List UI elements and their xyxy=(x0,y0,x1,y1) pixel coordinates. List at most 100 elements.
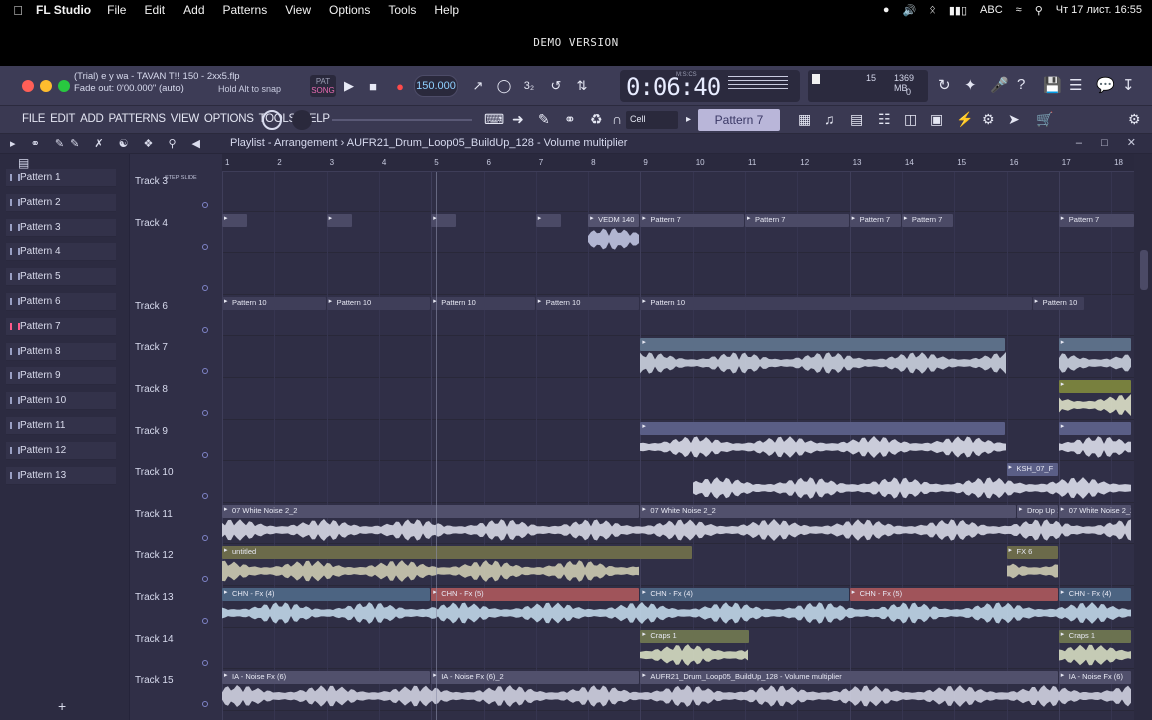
save-icon[interactable]: 💾 xyxy=(1043,76,1062,94)
fl-menu-options[interactable]: OPTIONS xyxy=(204,113,254,125)
mixer-tools-icon[interactable]: ✦ xyxy=(964,76,977,94)
track-name[interactable]: Track 14 xyxy=(135,634,174,645)
playlist-clip[interactable]: CHN - Fx (4) xyxy=(640,588,849,601)
plug-icon[interactable]: ⚡ xyxy=(956,111,973,128)
channel-rack-icon[interactable]: ▤ xyxy=(850,111,863,128)
loop-record-icon[interactable]: ⇅ xyxy=(572,75,592,97)
master-pitch-knob[interactable] xyxy=(292,110,312,130)
track-mute-led[interactable] xyxy=(202,701,208,708)
ruler-bar-number[interactable]: 11 xyxy=(748,158,756,167)
ruler-bar-number[interactable]: 14 xyxy=(905,158,914,167)
plugin-picker-icon[interactable]: ▣ xyxy=(930,111,943,128)
playlist-clip[interactable]: Craps 1 xyxy=(640,629,750,643)
zoom-window-button[interactable] xyxy=(58,80,70,92)
playlist-clip[interactable]: IA - Noise Fx (6) xyxy=(1058,671,1132,685)
track-name[interactable]: Track 8 xyxy=(135,384,168,395)
track-mute-led[interactable] xyxy=(202,243,208,250)
playlist-clip[interactable]: Pattern 10 xyxy=(1032,296,1084,310)
blend-notes-icon[interactable]: ↺ xyxy=(546,75,566,97)
playlist-clip[interactable] xyxy=(640,338,1006,352)
app-name[interactable]: FL Studio xyxy=(36,3,91,17)
playlist-tool-icons[interactable]: ▸ ⚭ ✎✎ ✗ ☯ ❖ ⚲ ◀ xyxy=(10,137,206,150)
chat-icon[interactable]: 💬 xyxy=(1096,76,1115,94)
track-mute-led[interactable] xyxy=(202,576,208,583)
spotlight-search-icon[interactable]: ⚲ xyxy=(1035,4,1043,17)
link-icon[interactable]: ⚭ xyxy=(564,111,576,128)
pencil-tool-icon[interactable]: ✎ xyxy=(538,111,550,128)
download-icon[interactable]: ↧ xyxy=(1122,76,1135,94)
ruler-bar-number[interactable]: 8 xyxy=(591,158,595,167)
pattern-item[interactable]: Pattern 9 xyxy=(6,367,116,386)
record-button[interactable]: ● xyxy=(390,75,410,97)
playlist-clip[interactable]: CHN - Fx (5) xyxy=(849,588,1058,601)
fl-menu-add[interactable]: ADD xyxy=(80,113,104,125)
mixer-icon[interactable]: ☷ xyxy=(878,111,891,128)
song-pattern-toggle[interactable]: PAT SONG xyxy=(310,75,336,97)
mac-menu-options[interactable]: Options xyxy=(329,3,370,17)
track-name[interactable]: Track 4 xyxy=(135,218,168,229)
wifi-icon[interactable]: ≈ xyxy=(1016,4,1022,16)
playlist-arrangement[interactable]: 123456789101112131415161718 VEDM 140Patt… xyxy=(222,154,1134,720)
minimize-window-button[interactable] xyxy=(40,80,52,92)
track-name[interactable]: Track 3 xyxy=(135,176,168,187)
playlist-clip[interactable]: 07 White Noise 2_2 xyxy=(222,504,640,518)
pattern-item[interactable]: Pattern 7 xyxy=(6,317,116,336)
playlist-clip[interactable]: KSH_07_F xyxy=(1006,463,1058,477)
help-icon[interactable]: ? xyxy=(1017,76,1025,93)
vertical-scrollbar[interactable] xyxy=(1134,154,1152,720)
track-mute-led[interactable] xyxy=(202,534,208,541)
playlist-clip[interactable]: Craps 1 xyxy=(1058,629,1132,643)
playlist-clip[interactable]: Pattern 7 xyxy=(640,213,744,227)
playlist-clip[interactable]: Pattern 10 xyxy=(222,296,326,310)
breadcrumb[interactable]: Playlist - Arrangement › AUFR21_Drum_Loo… xyxy=(230,137,627,149)
playlist-clip[interactable]: Pattern 7 xyxy=(745,213,849,227)
mac-menu-patterns[interactable]: Patterns xyxy=(223,3,268,17)
playlist-clip[interactable] xyxy=(640,421,1006,435)
playlist-clip[interactable]: IA - Noise Fx (6) xyxy=(222,671,431,685)
track-name[interactable]: Track 11 xyxy=(135,509,173,520)
track-name[interactable]: Track 9 xyxy=(135,426,168,437)
playlist-window-controls[interactable]: – □ ✕ xyxy=(1076,136,1144,149)
playlist-icon[interactable]: ▦ xyxy=(798,111,811,128)
playlist-clip[interactable]: untitled xyxy=(222,546,692,560)
track-name[interactable]: Track 13 xyxy=(135,592,174,603)
browser-icon[interactable]: ◫ xyxy=(904,111,917,128)
microphone-icon[interactable]: 🎤 xyxy=(990,76,1009,94)
track-mute-led[interactable] xyxy=(202,618,208,624)
pattern-item[interactable]: Pattern 12 xyxy=(6,441,116,460)
stop-button[interactable]: ■ xyxy=(364,75,382,97)
master-volume-knob[interactable] xyxy=(262,110,282,130)
clock[interactable]: Чт 17 лист. 16:55 xyxy=(1056,4,1142,16)
ruler-bar-number[interactable]: 2 xyxy=(277,158,281,167)
playlist-clip[interactable] xyxy=(1058,421,1132,435)
playlist-clip[interactable]: Pattern 7 xyxy=(901,213,954,227)
playlist-clip[interactable]: Pattern 7 xyxy=(849,213,901,227)
plugin-database-icon[interactable]: ☰ xyxy=(1069,76,1082,94)
ruler-bar-number[interactable]: 12 xyxy=(800,158,809,167)
track-lane[interactable] xyxy=(222,378,1134,420)
playlist-clip[interactable]: CHN - Fx (5) xyxy=(431,588,640,601)
tempo-display[interactable]: 150.000 xyxy=(414,75,458,97)
playhead-line[interactable] xyxy=(436,172,438,720)
track-name[interactable]: Track 10 xyxy=(135,467,174,478)
track-mute-led[interactable] xyxy=(202,659,208,666)
playlist-clip[interactable]: FX 6 xyxy=(1006,546,1058,560)
pattern-item[interactable]: Pattern 10 xyxy=(6,392,116,411)
metronome-icon[interactable]: ↗ xyxy=(468,75,488,97)
playlist-clip[interactable]: Pattern 7 xyxy=(1058,213,1134,227)
playlist-clip[interactable]: Pattern 10 xyxy=(431,296,535,310)
battery-icon[interactable]: ▮▮▯ xyxy=(949,4,967,17)
track-mute-led[interactable] xyxy=(202,493,208,500)
apple-icon[interactable]:  xyxy=(0,3,36,18)
playlist-clip[interactable]: IA - Noise Fx (6)_2 xyxy=(431,671,640,685)
position-slider[interactable] xyxy=(332,119,472,121)
ruler-bar-number[interactable]: 13 xyxy=(853,158,862,167)
typing-keyboard-icon[interactable]: ⌨ xyxy=(484,111,504,128)
record-status-icon[interactable]: ● xyxy=(883,4,890,16)
track-mute-led[interactable] xyxy=(202,368,208,375)
track-lane[interactable] xyxy=(222,170,1134,212)
undo-history-icon[interactable]: ↻ xyxy=(938,76,951,94)
clip-canvas[interactable]: VEDM 140Pattern 7Pattern 7Pattern 7Patte… xyxy=(222,172,1134,720)
track-name[interactable]: Track 6 xyxy=(135,301,168,312)
playlist-clip[interactable]: CHN - Fx (4) xyxy=(222,588,431,601)
